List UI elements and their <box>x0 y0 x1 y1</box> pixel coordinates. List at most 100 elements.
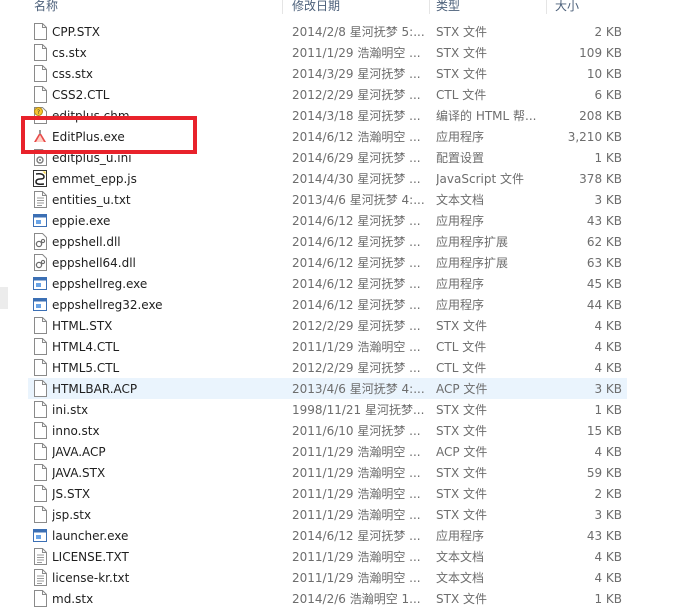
document-icon <box>33 44 47 61</box>
file-row[interactable]: HTMLBAR.ACP 2013/4/6 星河抚梦 4:... ACP 文件 3 KB <box>28 378 627 399</box>
file-row[interactable]: emmet_epp.js 2014/4/30 星河抚梦 ... JavaScript… <box>28 168 627 189</box>
document-icon <box>33 317 47 334</box>
file-date: 2013/4/6 星河抚梦 4:... <box>292 193 424 207</box>
file-row[interactable]: launcher.exe 2014/6/12 星河抚梦 ... 应用程序 43 KB <box>28 525 627 546</box>
file-row[interactable]: HTML4.CTL 2011/1/29 浩瀚明空 ... CTL 文件 4 KB <box>28 336 627 357</box>
text-file-icon <box>33 569 47 586</box>
column-divider[interactable] <box>429 0 430 14</box>
file-row[interactable]: cs.stx 2011/1/29 浩瀚明空 ... STX 文件 109 KB <box>28 42 627 63</box>
file-size: 4 KB <box>594 340 622 354</box>
file-size: 3,210 KB <box>567 130 622 144</box>
file-size: 63 KB <box>586 256 622 270</box>
file-name: ini.stx <box>52 403 89 417</box>
file-size: 4 KB <box>594 550 622 564</box>
file-row[interactable]: LICENSE.TXT 2011/1/29 浩瀚明空 ... 文本文档 4 KB <box>28 546 627 567</box>
file-name: JAVA.ACP <box>52 445 106 459</box>
file-date: 2011/1/29 浩瀚明空 ... <box>292 340 421 354</box>
file-type: STX 文件 <box>436 424 487 438</box>
file-type: JavaScript 文件 <box>436 172 524 186</box>
file-row[interactable]: HTML.STX 2012/2/29 星河抚梦 ... STX 文件 4 KB <box>28 315 627 336</box>
file-date: 2014/3/18 星河抚梦 ... <box>292 109 421 123</box>
file-date: 2011/1/29 浩瀚明空 ... <box>292 466 421 480</box>
file-size: 4 KB <box>594 571 622 585</box>
file-name: HTML4.CTL <box>52 340 120 354</box>
file-size: 1 KB <box>594 592 622 606</box>
file-row[interactable]: JS.STX 2011/1/29 浩瀚明空 ... STX 文件 2 KB <box>28 483 627 504</box>
file-name: HTMLBAR.ACP <box>52 382 138 396</box>
file-date: 2012/2/29 星河抚梦 ... <box>292 361 421 375</box>
document-icon <box>33 65 47 82</box>
exe-icon <box>33 275 47 292</box>
file-date: 2014/6/12 星河抚梦 ... <box>292 529 421 543</box>
column-header: 名称 修改日期 类型 大小 <box>0 0 675 14</box>
file-type: 应用程序扩展 <box>436 235 509 249</box>
column-header-type[interactable]: 类型 <box>436 0 460 14</box>
file-row[interactable]: md.stx 2014/2/6 浩瀚明空 1... STX 文件 1 KB <box>28 588 627 609</box>
file-type: STX 文件 <box>436 46 487 60</box>
file-name: inno.stx <box>52 424 100 438</box>
document-icon <box>33 422 47 439</box>
file-row[interactable]: HTML5.CTL 2012/2/29 星河抚梦 ... CTL 文件 4 KB <box>28 357 627 378</box>
file-date: 2014/6/12 星河抚梦 ... <box>292 256 421 270</box>
column-header-name[interactable]: 名称 <box>34 0 58 14</box>
document-icon <box>33 443 47 460</box>
script-file-icon <box>33 170 47 187</box>
file-row[interactable]: license-kr.txt 2011/1/29 浩瀚明空 ... 文本文档 4 KB <box>28 567 627 588</box>
file-size: 44 KB <box>586 298 622 312</box>
file-size: 109 KB <box>579 46 622 60</box>
file-date: 2014/6/12 星河抚梦 ... <box>292 277 421 291</box>
file-size: 59 KB <box>586 466 622 480</box>
column-header-size[interactable]: 大小 <box>555 0 579 14</box>
dll-icon <box>33 233 47 250</box>
file-name: entities_u.txt <box>52 193 131 207</box>
document-icon <box>33 359 47 376</box>
file-type: ACP 文件 <box>436 382 488 396</box>
file-row[interactable]: inno.stx 2011/6/10 星河抚梦 ... STX 文件 15 KB <box>28 420 627 441</box>
file-date: 2014/6/12 浩瀚明空 ... <box>292 130 421 144</box>
file-row[interactable]: eppshell64.dll 2014/6/12 星河抚梦 ... 应用程序扩展 63… <box>28 252 627 273</box>
file-row[interactable]: CPP.STX 2014/2/8 星河抚梦 5:... STX 文件 2 KB <box>28 21 627 42</box>
file-row[interactable]: eppshellreg32.exe 2014/6/12 星河抚梦 ... 应用程序 4… <box>28 294 627 315</box>
file-type: 应用程序扩展 <box>436 256 509 270</box>
document-icon <box>33 506 47 523</box>
file-row[interactable]: JAVA.ACP 2011/1/29 浩瀚明空 ... ACP 文件 4 KB <box>28 441 627 462</box>
file-type: 文本文档 <box>436 193 485 207</box>
file-row[interactable]: CSS2.CTL 2012/2/29 星河抚梦 ... CTL 文件 6 KB <box>28 84 627 105</box>
file-name: eppshell.dll <box>52 235 121 249</box>
nav-pane-scrollbar[interactable] <box>0 287 8 309</box>
file-row[interactable]: css.stx 2014/3/29 星河抚梦 ... STX 文件 10 KB <box>28 63 627 84</box>
file-date: 2011/1/29 浩瀚明空 ... <box>292 550 421 564</box>
file-size: 6 KB <box>594 88 622 102</box>
file-date: 2014/6/12 星河抚梦 ... <box>292 214 421 228</box>
file-row[interactable]: entities_u.txt 2013/4/6 星河抚梦 4:... 文本文档 3 K… <box>28 189 627 210</box>
file-date: 2014/4/30 星河抚梦 ... <box>292 172 421 186</box>
file-type: CTL 文件 <box>436 361 487 375</box>
file-size: 45 KB <box>586 277 622 291</box>
file-type: STX 文件 <box>436 592 487 606</box>
file-name: eppshellreg32.exe <box>52 298 163 312</box>
file-type: ACP 文件 <box>436 445 488 459</box>
file-size: 43 KB <box>586 529 622 543</box>
file-date: 2011/1/29 浩瀚明空 ... <box>292 571 421 585</box>
file-row[interactable]: eppshellreg.exe 2014/6/12 星河抚梦 ... 应用程序 45 … <box>28 273 627 294</box>
file-row[interactable]: JAVA.STX 2011/1/29 浩瀚明空 ... STX 文件 59 KB <box>28 462 627 483</box>
file-date: 2013/4/6 星河抚梦 4:... <box>292 382 424 396</box>
file-size: 3 KB <box>594 193 622 207</box>
file-size: 208 KB <box>579 109 622 123</box>
file-row[interactable]: jsp.stx 2011/1/29 浩瀚明空 ... STX 文件 3 KB <box>28 504 627 525</box>
file-row[interactable]: eppie.exe 2014/6/12 星河抚梦 ... 应用程序 43 KB <box>28 210 627 231</box>
file-type: CTL 文件 <box>436 340 487 354</box>
file-type: 配置设置 <box>436 151 485 165</box>
column-header-date[interactable]: 修改日期 <box>292 0 340 14</box>
document-icon <box>33 485 47 502</box>
file-row[interactable]: eppshell.dll 2014/6/12 星河抚梦 ... 应用程序扩展 62 K… <box>28 231 627 252</box>
file-type: 文本文档 <box>436 571 485 585</box>
file-name: md.stx <box>52 592 94 606</box>
file-name: HTML.STX <box>52 319 113 333</box>
column-divider[interactable] <box>546 0 547 14</box>
file-row[interactable]: ini.stx 1998/11/21 星河抚梦... STX 文件 1 KB <box>28 399 627 420</box>
document-icon <box>33 23 47 40</box>
column-divider[interactable] <box>282 0 283 14</box>
file-type: 应用程序 <box>436 130 485 144</box>
file-type: 文本文档 <box>436 550 485 564</box>
